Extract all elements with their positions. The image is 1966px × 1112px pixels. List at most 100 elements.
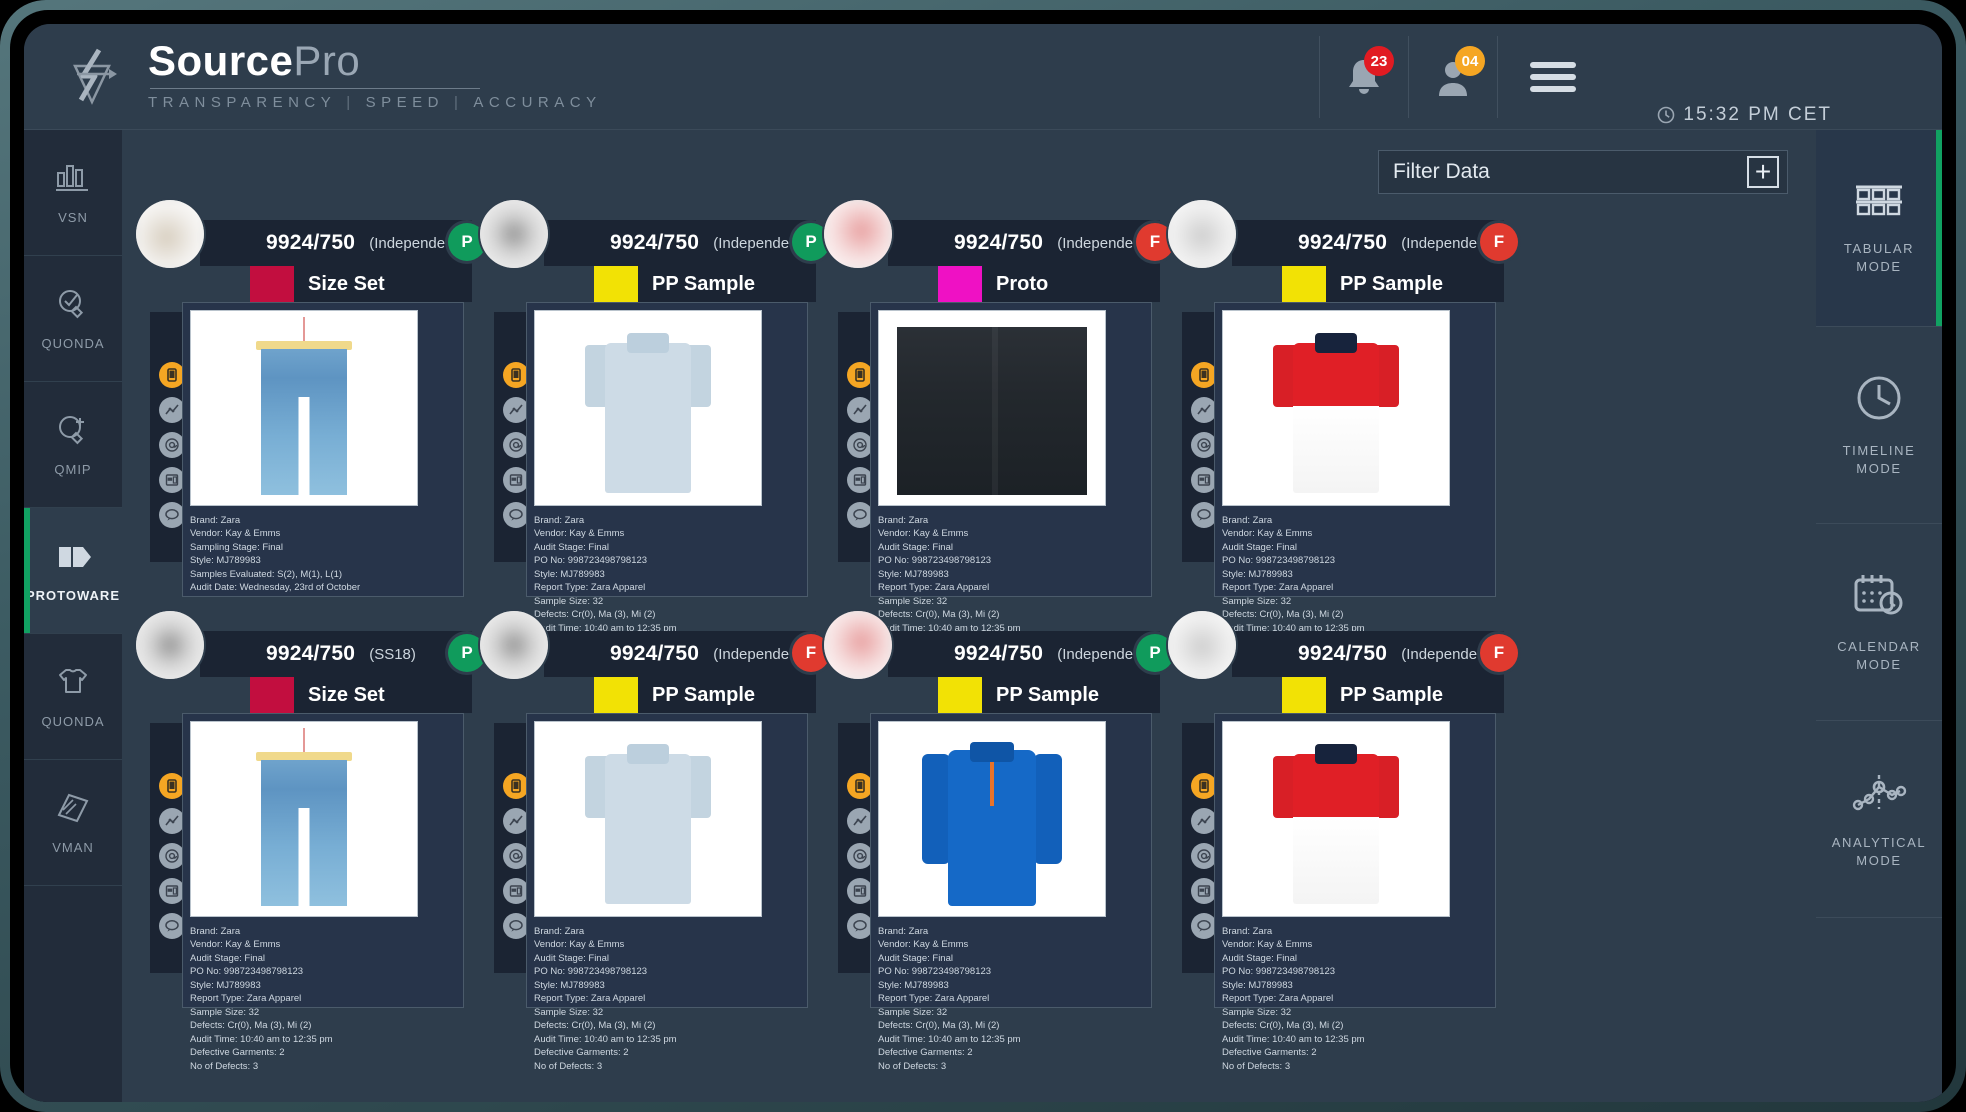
card-detail-line: Style: MJ789983 xyxy=(878,568,949,580)
mode-item-analytical[interactable]: ANALYTICAL MODE xyxy=(1816,721,1942,918)
sidebar-item-qmip[interactable]: QMIP xyxy=(24,382,122,508)
product-photo[interactable] xyxy=(1222,310,1450,506)
card-body: Brand: Zara Vendor: Kay & Emms Audit Stage… xyxy=(820,302,1160,661)
type-color-chip xyxy=(250,266,294,302)
sample-card[interactable]: 9924/750 (Independent) P Size Set Brand: Zar… xyxy=(132,192,486,597)
clock-icon xyxy=(1658,106,1675,124)
card-detail-line: Report Type: Zara Apparel xyxy=(534,993,646,1005)
card-type-bar: PP Sample xyxy=(1282,266,1504,302)
product-photo[interactable] xyxy=(878,310,1106,506)
card-detail-line: PO No: 998723498798123 xyxy=(1222,555,1336,567)
card-detail-line: Defects: Cr(0), Ma (3), Mi (2) xyxy=(190,1020,312,1032)
card-detail-line: Sample Size: 32 xyxy=(534,1006,604,1018)
mode-item-timeline[interactable]: TIMELINE MODE xyxy=(1816,327,1942,524)
notifications-button[interactable]: 23 xyxy=(1320,24,1408,130)
card-detail-line: Defective Garments: 2 xyxy=(190,1047,285,1059)
card-details: Brand: Zara Vendor: Kay & Emms Audit Stage… xyxy=(1222,925,1496,1073)
card-detail-line: No of Defects: 3 xyxy=(1222,1060,1291,1072)
card-body: Brand: Zara Vendor: Kay & Emms Audit Stage… xyxy=(132,713,472,1072)
sample-card[interactable]: 9924/750 (Independent) F Proto Brand: Zara Ve… xyxy=(820,192,1174,661)
mode-item-calendar[interactable]: CALENDAR MODE xyxy=(1816,524,1942,721)
card-type-label: PP Sample xyxy=(1340,272,1444,295)
filter-data-bar[interactable]: Filter Data + xyxy=(1378,150,1788,194)
mode-item-tabular[interactable]: TABULAR MODE xyxy=(1816,130,1942,327)
type-color-chip xyxy=(938,677,982,713)
sample-card-grid: 9924/750 (Independent) P Size Set Brand: Zar… xyxy=(130,192,1816,1072)
brand-block: SourcePro TRANSPARENCY | SPEED | ACCURACY xyxy=(148,39,602,115)
card-header: 9924/750 (Independent) F xyxy=(824,200,1174,268)
tagline-speed: SPEED xyxy=(365,93,445,111)
card-detail-line: Brand: Zara xyxy=(1222,515,1273,526)
sample-card[interactable]: 9924/750 (Independent) F PP Sample Brand: Za… xyxy=(1164,192,1518,661)
device-bezel: SourcePro TRANSPARENCY | SPEED | ACCURACY 23 xyxy=(0,0,1966,1112)
card-details: Brand: Zara Vendor: Kay & Emms Audit Stage… xyxy=(878,925,1152,1073)
product-photo[interactable] xyxy=(534,310,762,506)
card-detail-line: Style: MJ789983 xyxy=(190,555,261,567)
card-type-bar: PP Sample xyxy=(594,266,816,302)
card-type-label: PP Sample xyxy=(996,683,1100,706)
card-reference: 9924/750 xyxy=(1298,642,1388,665)
right-sidebar: TABULAR MODE TIMELINE MODE CALENDAR MODE… xyxy=(1816,130,1942,1102)
status-badge: F xyxy=(1480,634,1518,672)
product-photo[interactable] xyxy=(878,721,1106,917)
brand-tagline: TRANSPARENCY | SPEED | ACCURACY xyxy=(148,94,602,111)
card-detail-line: Audit Stage: Final xyxy=(534,541,609,553)
card-detail-line: Sample Size: 32 xyxy=(878,1006,948,1018)
sample-card[interactable]: 9924/750 (Independent) P PP Sample Brand: Za… xyxy=(820,603,1174,1072)
bezel-inner: SourcePro TRANSPARENCY | SPEED | ACCURACY 23 xyxy=(10,10,1956,1102)
card-detail-line: Audit Time: 10:40 am to 12:35 pm xyxy=(878,1033,1021,1045)
user-account-button[interactable]: 04 xyxy=(1409,24,1497,130)
card-detail-line: Style: MJ789983 xyxy=(534,979,605,991)
product-photo[interactable] xyxy=(534,721,762,917)
product-photo[interactable] xyxy=(1222,721,1450,917)
mode-label: TIMELINE MODE xyxy=(1843,442,1916,477)
card-header: 9924/750 (SS18) P xyxy=(136,611,486,679)
card-detail-line: Audit Time: 10:40 am to 12:35 pm xyxy=(190,1033,333,1045)
avatar xyxy=(1168,611,1236,679)
garment-jeans-light xyxy=(191,722,417,916)
mode-label-line1: CALENDAR xyxy=(1837,638,1921,654)
garment-fleece-blue xyxy=(879,722,1105,916)
card-type-bar: Size Set xyxy=(250,677,472,713)
card-type-bar: PP Sample xyxy=(594,677,816,713)
card-detail-line: Audit Stage: Final xyxy=(534,952,609,964)
card-header: 9924/750 (Independent) P xyxy=(480,200,830,268)
card-detail-line: Report Type: Zara Apparel xyxy=(190,993,302,1005)
hamburger-icon xyxy=(1530,56,1576,98)
sample-card[interactable]: 9924/750 (Independent) P PP Sample Brand: Za… xyxy=(476,192,830,661)
sidebar-label: QUONDA xyxy=(41,713,105,729)
card-subtitle: (SS18) xyxy=(369,645,416,663)
card-reference: 9924/750 xyxy=(266,642,356,665)
card-detail-line: Defects: Cr(0), Ma (3), Mi (2) xyxy=(1222,1020,1344,1032)
product-photo[interactable] xyxy=(190,721,418,917)
sidebar-item-vman[interactable]: VMAN xyxy=(24,760,122,886)
menu-button[interactable] xyxy=(1498,24,1608,130)
sample-card[interactable]: 9924/750 (Independent) F PP Sample Brand: Za… xyxy=(1164,603,1518,1072)
card-detail-line: Vendor: Kay & Emms xyxy=(878,939,969,951)
type-color-chip xyxy=(594,677,638,713)
add-filter-button[interactable]: + xyxy=(1747,156,1779,188)
garment-jeans-light xyxy=(191,311,417,505)
card-type-bar: Proto xyxy=(938,266,1160,302)
sample-card[interactable]: 9924/750 (Independent) F PP Sample Brand: Za… xyxy=(476,603,830,1072)
card-detail-line: Report Type: Zara Apparel xyxy=(534,582,646,594)
tagline-sep-1: | xyxy=(346,93,356,111)
sidebar-item-vsn[interactable]: VSN xyxy=(24,130,122,256)
sidebar-item-quonda-1[interactable]: QUONDA xyxy=(24,256,122,382)
card-detail-line: Report Type: Zara Apparel xyxy=(1222,993,1334,1005)
card-detail-line: Vendor: Kay & Emms xyxy=(534,528,625,540)
sidebar-item-protoware[interactable]: PROTOWARE xyxy=(24,508,122,634)
card-detail-line: PO No: 998723498798123 xyxy=(1222,966,1336,978)
product-photo[interactable] xyxy=(190,310,418,506)
sidebar-item-quonda-2[interactable]: QUONDA xyxy=(24,634,122,760)
sample-card[interactable]: 9924/750 (SS18) P Size Set Brand: Zara Vendor… xyxy=(132,603,486,1072)
card-detail-line: Brand: Zara xyxy=(190,926,241,937)
card-detail-line: Sample Size: 32 xyxy=(190,1006,260,1018)
card-detail-line: Samples Evaluated: S(2), M(1), L(1) xyxy=(190,568,343,580)
card-detail-line: Style: MJ789983 xyxy=(190,979,261,991)
card-detail-line: Audit Stage: Final xyxy=(1222,952,1297,964)
card-reference: 9924/750 xyxy=(954,231,1044,254)
calendar-clock-icon xyxy=(1850,571,1908,624)
card-detail-line: Audit Stage: Final xyxy=(878,541,953,553)
avatar xyxy=(480,611,548,679)
